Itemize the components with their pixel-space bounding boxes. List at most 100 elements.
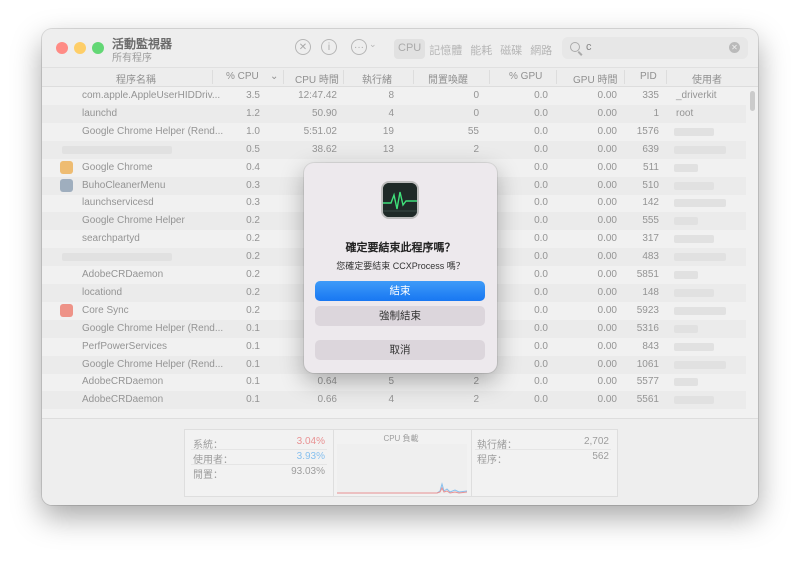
- redacted-user: [674, 306, 726, 315]
- cell-pid: 639: [642, 143, 659, 155]
- cell-cpu: 0.1: [246, 376, 260, 388]
- chevron-down-icon[interactable]: ⌄: [369, 39, 377, 50]
- tab-energy[interactable]: 能耗: [466, 39, 496, 59]
- cell-gpu: 0.0: [534, 394, 548, 406]
- cell-threads: 19: [382, 125, 394, 137]
- stop-process-button[interactable]: ✕: [295, 39, 311, 55]
- zoom-window-button[interactable]: [92, 42, 104, 54]
- col-threads[interactable]: 執行緒: [362, 71, 392, 86]
- cell-gpu: 0.0: [534, 179, 548, 191]
- search-icon: [570, 42, 580, 52]
- redacted-user: [674, 181, 714, 190]
- cell-cpu: 0.3: [246, 179, 260, 191]
- cell-idle: 2: [473, 376, 479, 388]
- cell-gpu: 0.0: [534, 251, 548, 263]
- clear-search-icon[interactable]: ✕: [729, 42, 740, 53]
- cell-pid: 317: [642, 233, 659, 245]
- process-name: com.apple.AppleUserHIDDriv...: [82, 90, 221, 101]
- redacted-user: [674, 288, 714, 297]
- cell-gputime: 0.00: [597, 215, 617, 227]
- table-row[interactable]: Google Chrome Helper (Rend... 1.0 5:51.02 1…: [42, 123, 746, 141]
- sort-chevron-icon[interactable]: ⌄: [270, 71, 278, 82]
- col-pid[interactable]: PID: [640, 71, 657, 82]
- tab-cpu[interactable]: CPU: [394, 39, 426, 59]
- table-row[interactable]: AdobeCRDaemon 0.1 0.66 4 2 0.0 0.00 5561: [42, 391, 746, 410]
- col-process-name[interactable]: 程序名稱: [116, 71, 156, 86]
- search-field[interactable]: c ✕: [562, 37, 748, 59]
- cell-pid: 510: [642, 179, 659, 191]
- table-row[interactable]: AdobeCRDaemon 0.1 0.64 5 2 0.0 0.00 5577: [42, 373, 746, 391]
- cell-gputime: 0.00: [597, 179, 617, 191]
- table-row[interactable]: launchd 1.2 50.90 4 0 0.0 0.00 1 root: [42, 104, 746, 123]
- redacted-user: [674, 360, 726, 369]
- processes-label: 程序：: [477, 455, 507, 466]
- close-window-button[interactable]: [56, 42, 68, 54]
- redacted-user: [674, 342, 714, 351]
- redacted-user: [674, 235, 714, 244]
- cell-gputime: 0.00: [597, 322, 617, 334]
- threads-value: 2,702: [583, 436, 609, 447]
- cell-cpu: 0.1: [246, 394, 260, 406]
- process-name: locationd: [82, 286, 123, 298]
- cell-cpu: 0.1: [246, 358, 260, 370]
- cell-gpu: 0.0: [534, 358, 548, 370]
- cell-gpu: 0.0: [534, 197, 548, 209]
- search-input[interactable]: c: [586, 41, 592, 53]
- col-gpu-time[interactable]: GPU 時間: [573, 71, 617, 86]
- view-tabs: CPU 記憶體 能耗 磁碟 網路: [394, 39, 556, 59]
- cell-cputime: 12:47.42: [298, 90, 337, 101]
- table-row[interactable]: 0.5 38.62 13 2 0.0 0.00 639: [42, 140, 746, 159]
- table-scrollbar[interactable]: [748, 87, 758, 417]
- process-name: AdobeCRDaemon: [82, 269, 164, 280]
- redacted-user: [674, 145, 726, 154]
- user-value: 3.93%: [296, 451, 325, 462]
- redacted-user: [674, 199, 726, 208]
- dialog-message: 您確定要結束 CCXProcess 嗎？: [336, 261, 465, 271]
- cpu-load-graph: [337, 444, 467, 494]
- col-user[interactable]: 使用者: [692, 71, 722, 86]
- inspect-process-button[interactable]: i: [321, 39, 337, 55]
- cell-pid: 142: [642, 197, 659, 209]
- col-cpu-percent[interactable]: % CPU: [226, 71, 259, 82]
- cell-gpu: 0.0: [534, 322, 548, 334]
- cell-cputime: 0.64: [317, 376, 337, 388]
- quit-button[interactable]: 結束: [315, 281, 485, 301]
- minimize-window-button[interactable]: [74, 42, 86, 54]
- app-icon: [60, 303, 73, 317]
- cell-idle: 2: [473, 394, 479, 406]
- force-quit-button[interactable]: 強制結束: [315, 306, 485, 326]
- col-idle-wake-ups[interactable]: 閒置喚醒: [428, 71, 468, 86]
- scrollbar-thumb[interactable]: [750, 91, 755, 111]
- col-cpu-time[interactable]: CPU 時間: [295, 71, 339, 86]
- cell-cpu: 0.1: [246, 340, 260, 352]
- process-name: Google Chrome Helper (Rend...: [82, 125, 224, 137]
- redacted-user: [674, 163, 698, 172]
- cell-gpu: 0.0: [534, 107, 548, 119]
- table-header: 程序名稱 % CPU ⌄ CPU 時間 執行緒 閒置喚醒 % GPU GPU 時…: [42, 68, 758, 87]
- tab-memory[interactable]: 記憶體: [425, 39, 466, 59]
- process-name: Google Chrome Helper (Rend...: [82, 322, 224, 334]
- app-icon: [60, 160, 73, 174]
- cell-gpu: 0.0: [534, 286, 548, 298]
- process-name: AdobeCRDaemon: [82, 376, 164, 388]
- cell-cpu: 0.5: [246, 143, 260, 155]
- col-gpu-percent[interactable]: % GPU: [509, 71, 542, 82]
- cell-gputime: 0.00: [597, 358, 617, 370]
- process-name: Google Chrome: [82, 161, 153, 173]
- cell-pid: 1576: [636, 125, 659, 137]
- cancel-button[interactable]: 取消: [315, 340, 485, 360]
- system-value: 3.04%: [296, 436, 325, 447]
- info-icon: i: [327, 42, 331, 53]
- cell-gputime: 0.00: [597, 376, 617, 388]
- more-actions-button[interactable]: ···: [351, 39, 367, 55]
- redacted-name: [62, 145, 172, 154]
- cell-pid: 511: [643, 161, 659, 173]
- tab-network[interactable]: 網路: [526, 39, 556, 59]
- idle-value: 93.03%: [291, 466, 325, 477]
- cell-cputime: 38.62: [311, 143, 337, 155]
- redacted-name: [62, 253, 172, 262]
- cell-gpu: 0.0: [534, 233, 548, 245]
- tab-disk[interactable]: 磁碟: [496, 39, 526, 59]
- table-row[interactable]: com.apple.AppleUserHIDDriv... 3.5 12:47.42…: [42, 87, 746, 105]
- cell-cputime: 50.90: [311, 107, 337, 119]
